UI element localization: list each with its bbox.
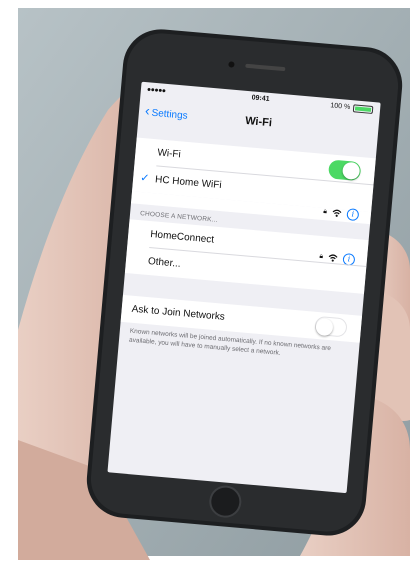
wifi-icon xyxy=(328,254,338,262)
network-name: Other... xyxy=(147,255,182,270)
battery-percent: 100 % xyxy=(330,102,351,111)
connected-network-name: HC Home WiFi xyxy=(154,174,223,192)
info-icon[interactable]: i xyxy=(346,208,360,222)
checkmark-icon: ✓ xyxy=(139,171,150,185)
phone-screen: ●●●●● 09:41 100 % ‹Settings Wi-Fi Wi-Fi … xyxy=(107,81,381,494)
networks-group: HomeConnect 🔒︎ i Other... xyxy=(124,219,369,294)
lock-icon: 🔒︎ xyxy=(322,208,328,216)
wifi-label: Wi-Fi xyxy=(156,147,182,161)
network-name: HomeConnect xyxy=(149,229,215,246)
wifi-icon xyxy=(332,209,342,217)
phone-group: ●●●●● 09:41 100 % ‹Settings Wi-Fi Wi-Fi … xyxy=(0,0,420,564)
ask-to-join-toggle[interactable] xyxy=(314,315,348,338)
ask-to-join-label: Ask to Join Networks xyxy=(131,303,226,323)
lock-icon: 🔒︎ xyxy=(319,252,324,261)
photo: ●●●●● 09:41 100 % ‹Settings Wi-Fi Wi-Fi … xyxy=(0,0,420,564)
wifi-toggle[interactable] xyxy=(327,159,362,182)
battery-icon xyxy=(352,104,374,114)
